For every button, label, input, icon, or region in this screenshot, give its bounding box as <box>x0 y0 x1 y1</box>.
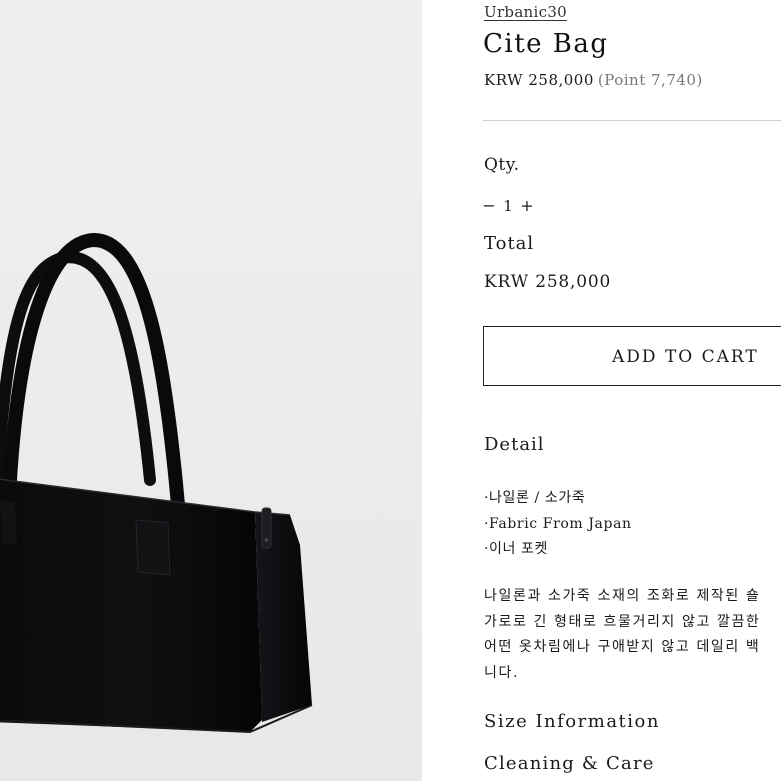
size-information-toggle[interactable]: Size Information <box>484 711 660 732</box>
cleaning-care-toggle[interactable]: Cleaning & Care <box>484 753 655 774</box>
price-value: KRW 258,000 <box>484 71 594 89</box>
description-line: 니다. <box>484 664 520 681</box>
total-label: Total <box>484 233 535 254</box>
detail-bullet-list: ·나일론 / 소가죽 ·Fabric From Japan ·이너 포켓 <box>484 486 632 563</box>
detail-bullet: ·Fabric From Japan <box>484 515 632 532</box>
product-title: Cite Bag <box>483 29 609 59</box>
total-price: KRW 258,000 <box>484 272 612 292</box>
detail-heading[interactable]: Detail <box>484 434 545 455</box>
quantity-value[interactable]: 1 <box>496 197 520 215</box>
points-value: (Point 7,740) <box>597 71 703 89</box>
detail-bullet: ·나일론 / 소가죽 <box>484 490 586 506</box>
description-line: 어떤 옷차림에나 구애받지 않고 데일리 백 <box>484 639 761 655</box>
product-image[interactable] <box>0 0 422 781</box>
divider <box>483 120 781 121</box>
increase-quantity-button[interactable]: + <box>520 196 534 215</box>
bag-illustration <box>0 232 313 734</box>
product-info-panel: Urbanic30 Cite Bag KRW 258,000 (Point 7,7… <box>422 0 781 781</box>
add-to-cart-button[interactable]: ADD TO CART <box>483 326 781 386</box>
quantity-label: Qty. <box>484 155 520 175</box>
description-line: 가로로 긴 형태로 흐물거리지 않고 깔끔한 <box>484 613 761 630</box>
brand-link[interactable]: Urbanic30 <box>484 3 567 21</box>
detail-bullet: ·이너 포켓 <box>484 541 549 557</box>
add-to-cart-label: ADD TO CART <box>612 347 759 367</box>
description-line: 나일론과 소가죽 소재의 조화로 제작된 숄 <box>484 588 761 604</box>
decrease-quantity-button[interactable]: − <box>482 196 496 215</box>
product-price: KRW 258,000 (Point 7,740) <box>484 71 703 89</box>
quantity-stepper: − 1 + <box>482 196 534 215</box>
detail-description: 나일론과 소가죽 소재의 조화로 제작된 숄 가로로 긴 형태로 흐물거리지 않… <box>484 584 760 686</box>
